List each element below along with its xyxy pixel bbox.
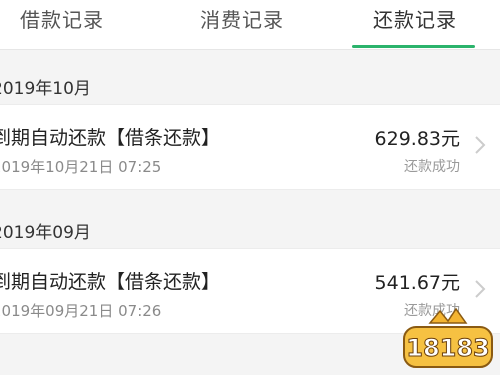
record-amount: 541.67元 <box>374 272 460 294</box>
tab-repayment-records[interactable]: 还款记录 <box>373 0 457 49</box>
watermark-logo: 18183 <box>403 307 493 368</box>
month-header-oct: 2019年10月 <box>0 79 91 99</box>
record-datetime: 2019年10月21日 07:25 <box>0 158 162 176</box>
month-header-sep: 2019年09月 <box>0 223 91 243</box>
watermark-text: 18183 <box>406 334 490 362</box>
active-tab-indicator <box>352 45 475 48</box>
tab-loan-records[interactable]: 借款记录 <box>20 0 104 49</box>
record-title: 到期自动还款【借条还款】 <box>0 127 221 149</box>
tab-consumption-records[interactable]: 消费记录 <box>200 0 284 49</box>
record-title: 到期自动还款【借条还款】 <box>0 271 221 293</box>
tab-bar: 借款记录 消费记录 还款记录 <box>0 0 500 50</box>
record-datetime: 2019年09月21日 07:26 <box>0 302 162 320</box>
repayment-record-item[interactable]: 到期自动还款【借条还款】 2019年10月21日 07:25 629.83元 还… <box>0 104 500 190</box>
chevron-right-icon <box>475 136 486 154</box>
record-status: 还款成功 <box>404 159 460 175</box>
record-amount: 629.83元 <box>374 128 460 150</box>
chevron-right-icon <box>475 280 486 298</box>
